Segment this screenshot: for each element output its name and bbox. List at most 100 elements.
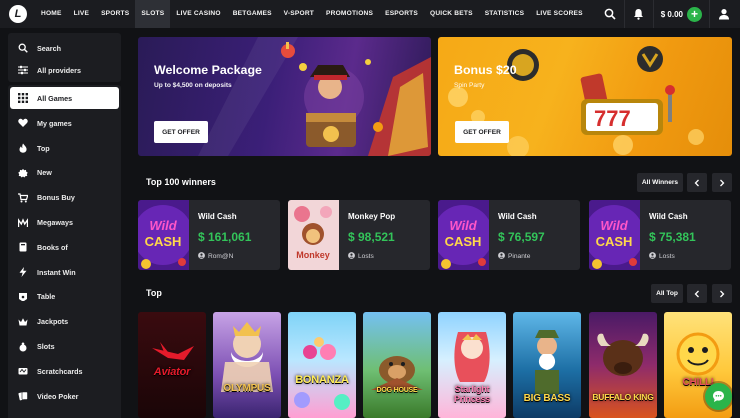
winner-card[interactable]: Monkey Monkey Pop $ 98,521 Losts	[288, 200, 430, 270]
slot-icon	[18, 342, 28, 352]
all-top-button[interactable]: All Top	[651, 284, 683, 303]
section-title-top: Top	[146, 288, 162, 298]
sidebar-item-all-games[interactable]: All Games	[10, 87, 119, 109]
sidebar-filters: Search All providers	[8, 33, 121, 82]
sidebar-item-bonus-buy[interactable]: Bonus Buy	[8, 185, 121, 210]
nav-live[interactable]: LIVE	[68, 0, 95, 28]
sidebar-item-label: Table	[37, 292, 56, 302]
chat-button[interactable]	[705, 383, 732, 410]
sidebar-item-label: Top	[37, 143, 50, 153]
svg-text:777: 777	[594, 106, 631, 131]
game-name: OLYMPUS	[223, 383, 271, 394]
sidebar-item-video-poker[interactable]: Video Poker	[8, 384, 121, 409]
sidebar-item-jackpots[interactable]: Jackpots	[8, 309, 121, 334]
bell-icon[interactable]	[628, 3, 650, 25]
get-offer-button[interactable]: GET OFFER	[154, 121, 208, 143]
monkey-pop-thumbnail: Monkey	[288, 200, 339, 270]
winner-card[interactable]: Wild CASH Wild Cash $ 161,061 Rom@N	[138, 200, 280, 270]
top-prev-button[interactable]	[687, 284, 707, 303]
sidebar-item-table[interactable]: Table	[8, 285, 121, 310]
balance-display[interactable]: $ 0.00	[661, 10, 683, 19]
nav-v-sport[interactable]: V-SPORT	[278, 0, 320, 28]
header-actions: $ 0.00 +	[599, 0, 740, 28]
winners-prev-button[interactable]	[687, 173, 707, 192]
nav-quick-bets[interactable]: QUICK BETS	[424, 0, 479, 28]
game-tile-big-bass[interactable]: BIG BASS	[513, 312, 581, 418]
user-icon[interactable]	[713, 3, 735, 25]
winner-username: Rom@N	[208, 253, 234, 260]
grid-icon	[18, 93, 28, 103]
candy-artwork	[294, 337, 350, 410]
winner-game-name: Monkey Pop	[348, 212, 396, 221]
nav-live-casino[interactable]: LIVE CASINO	[170, 0, 226, 28]
nav-slots[interactable]: SLOTS	[135, 0, 171, 28]
crown-icon	[18, 317, 28, 327]
sidebar-item-scratchcards[interactable]: Scratchcards	[8, 359, 121, 384]
sidebar-item-slots[interactable]: Slots	[8, 334, 121, 359]
nav-sports[interactable]: SPORTS	[95, 0, 135, 28]
nav-promotions[interactable]: PROMOTIONS	[320, 0, 379, 28]
search-icon	[18, 43, 28, 53]
winner-game-name: Wild Cash	[649, 212, 688, 221]
game-tile-starlight-princess[interactable]: Starlight Princess	[438, 312, 506, 418]
game-name: BUFFALO KING	[592, 392, 654, 402]
game-name: BONANZA	[295, 374, 349, 386]
get-offer-button[interactable]: GET OFFER	[455, 121, 509, 143]
user-circle-icon	[198, 252, 205, 261]
winner-amount: $ 76,597	[498, 230, 545, 244]
top-next-button[interactable]	[712, 284, 732, 303]
sidebar-all-providers[interactable]: All providers	[8, 59, 121, 81]
zeus-artwork	[221, 322, 273, 392]
all-winners-button[interactable]: All Winners	[637, 173, 683, 192]
game-tile-aviator[interactable]: Aviator	[138, 312, 206, 418]
bonus-banner[interactable]: 777 Bonus $20 Spin Party GET OFFER	[438, 37, 732, 156]
site-logo[interactable]: L	[9, 5, 27, 23]
divider	[652, 0, 654, 28]
svg-text:Wild: Wild	[600, 218, 628, 233]
game-tile-dog-house[interactable]: DOG HOUSE	[363, 312, 431, 418]
nav-betgames[interactable]: BETGAMES	[227, 0, 278, 28]
nav-esports[interactable]: ESPORTS	[379, 0, 424, 28]
chevron-right-icon	[720, 179, 725, 186]
divider	[623, 0, 625, 28]
game-tile-olympus[interactable]: OLYMPUS	[213, 312, 281, 418]
game-name: Aviator	[153, 366, 191, 378]
sidebar-search[interactable]: Search	[8, 37, 121, 59]
winner-game-name: Wild Cash	[198, 212, 237, 221]
winner-amount: $ 161,061	[198, 230, 252, 244]
sidebar-item-new[interactable]: New	[8, 161, 121, 186]
heart-icon	[18, 118, 28, 128]
game-tile-bonanza[interactable]: BONANZA	[288, 312, 356, 418]
wild-cash-thumbnail: Wild CASH	[438, 200, 489, 270]
nav-home[interactable]: HOME	[35, 0, 68, 28]
nav-live-scores[interactable]: LIVE SCORES	[530, 0, 589, 28]
winners-next-button[interactable]	[712, 173, 732, 192]
sidebar-item-megaways[interactable]: Megaways	[8, 210, 121, 235]
divider	[709, 0, 710, 28]
sidebar-item-label: Instant Win	[37, 267, 76, 277]
deposit-button[interactable]: +	[687, 6, 702, 22]
winner-card[interactable]: Wild CASH Wild Cash $ 76,597 Pinante	[438, 200, 580, 270]
chevron-left-icon	[694, 290, 699, 297]
sidebar-item-instant-win[interactable]: Instant Win	[8, 260, 121, 285]
sidebar-item-books-of[interactable]: Books of	[8, 235, 121, 260]
scratch-icon	[18, 366, 28, 376]
cards-icon	[18, 391, 28, 401]
user-circle-icon	[348, 252, 355, 261]
cart-icon	[18, 193, 28, 203]
sidebar-item-top[interactable]: Top	[8, 136, 121, 161]
svg-text:CASH: CASH	[445, 234, 482, 249]
winner-amount: $ 75,381	[649, 230, 696, 244]
search-icon[interactable]	[599, 3, 621, 25]
sidebar-item-label: Video Poker	[37, 391, 79, 401]
sidebar-item-my-games[interactable]: My games	[8, 111, 121, 136]
welcome-package-banner[interactable]: Welcome Package Up to $4,500 on deposits…	[138, 37, 431, 156]
sidebar-search-label: Search	[37, 43, 61, 53]
nav-statistics[interactable]: STATISTICS	[479, 0, 531, 28]
svg-text:CASH: CASH	[596, 234, 633, 249]
game-tile-buffalo-king[interactable]: BUFFALO KING	[589, 312, 657, 418]
winner-card[interactable]: Wild CASH Wild Cash $ 75,381 Losts	[589, 200, 731, 270]
winner-username: Losts	[659, 253, 675, 260]
banner-subtitle: Spin Party	[454, 82, 485, 89]
table-icon	[18, 292, 28, 302]
